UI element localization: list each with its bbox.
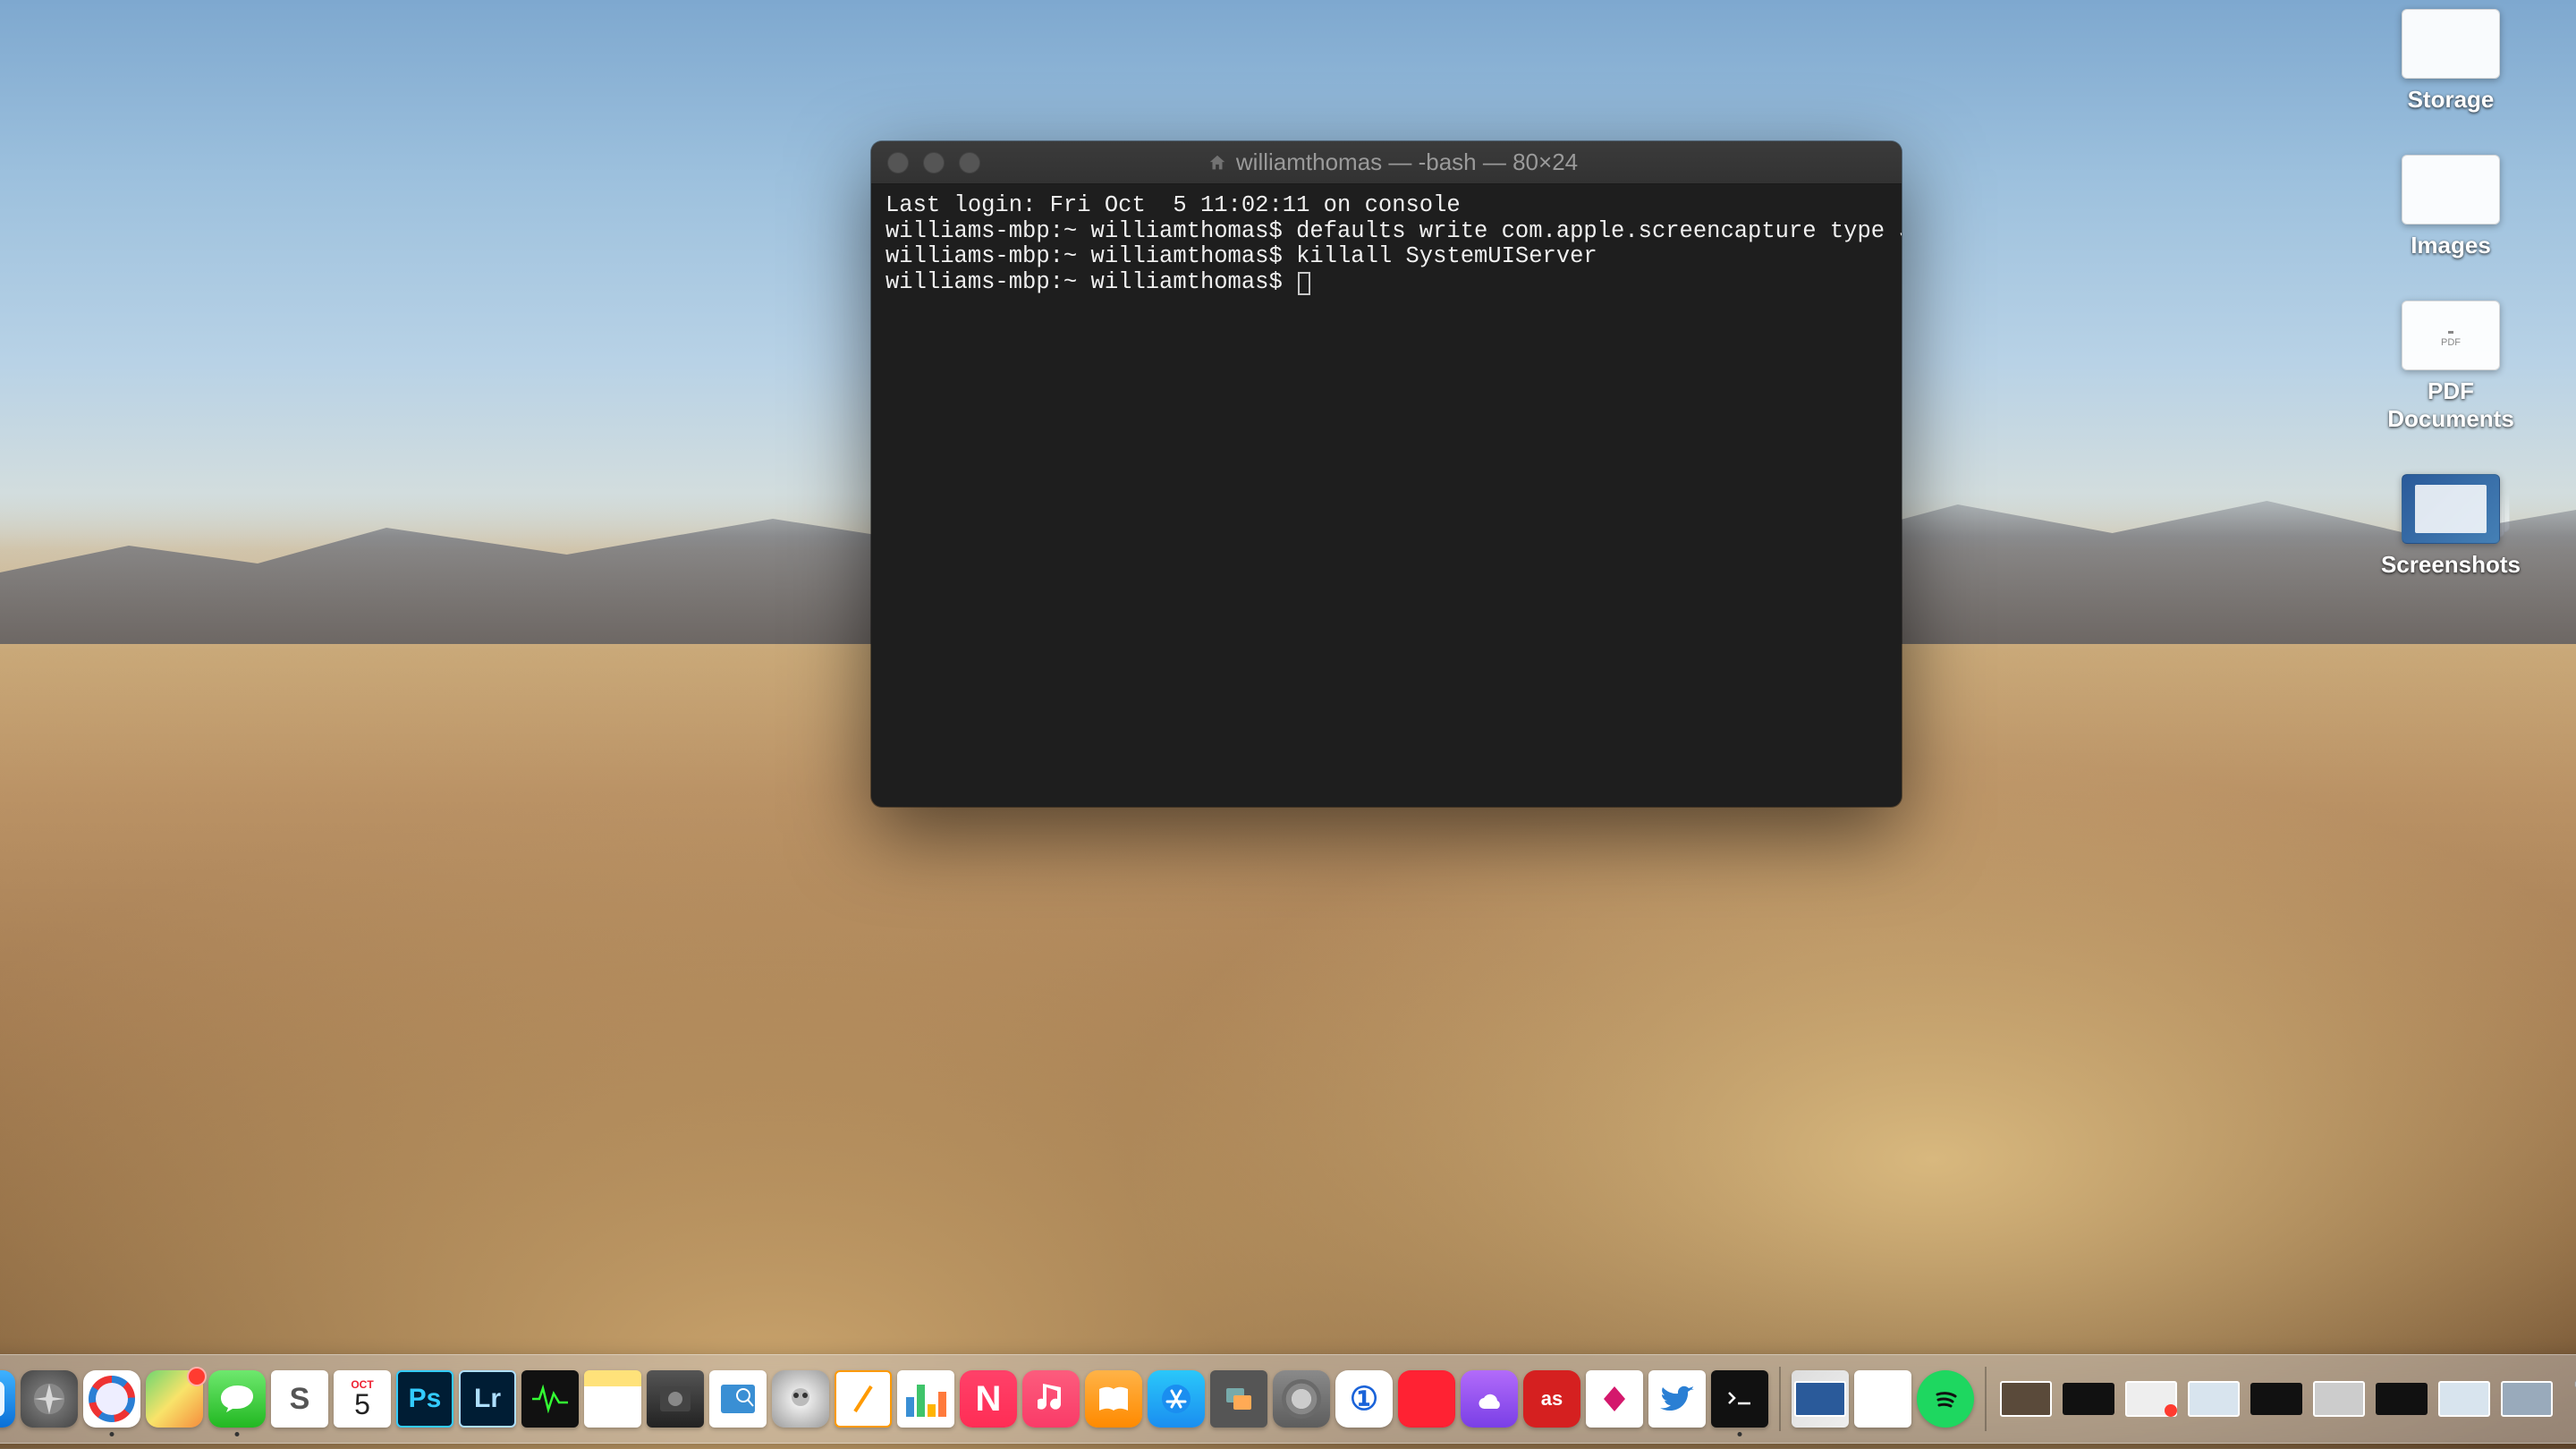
dock-imagecapture-icon[interactable] — [647, 1370, 704, 1428]
stack-thumb-icon — [2402, 474, 2500, 544]
dock-kite-icon[interactable] — [1586, 1370, 1643, 1428]
app-letter: S — [290, 1382, 310, 1417]
dock-minimized-thumb[interactable] — [2060, 1370, 2117, 1428]
dock-lastfm-icon[interactable]: as — [1523, 1370, 1580, 1428]
terminal-titlebar[interactable]: williamthomas — -bash — 80×24 — [871, 141, 1902, 184]
stack-thumb-icon — [2402, 155, 2500, 225]
dock-messages-icon[interactable] — [208, 1370, 266, 1428]
dock-preview-icon[interactable] — [709, 1370, 767, 1428]
stack-thumb-icon — [2402, 9, 2500, 79]
dock-twitter-icon[interactable] — [1648, 1370, 1706, 1428]
dock-sublime-icon[interactable]: S — [271, 1370, 328, 1428]
dock-minimized-thumb[interactable] — [2185, 1370, 2242, 1428]
zoom-button[interactable] — [959, 152, 980, 174]
dock-photoshop-icon[interactable]: Ps — [396, 1370, 453, 1428]
dock-safari-icon[interactable] — [83, 1370, 140, 1428]
dock-sync-icon[interactable] — [1461, 1370, 1518, 1428]
terminal-line: williams-mbp:~ williamthomas$ defaults w… — [886, 218, 1902, 244]
stack-label: Screenshots — [2381, 551, 2521, 579]
dock-minimized-thumb[interactable] — [2248, 1370, 2305, 1428]
stack-label: Images — [2411, 232, 2491, 259]
terminal-prompt: williams-mbp:~ williamthomas$ — [886, 269, 1296, 295]
dock-recent-app-icon[interactable] — [1854, 1370, 1911, 1428]
minimize-button[interactable] — [923, 152, 945, 174]
dock-minimized-thumb[interactable] — [2373, 1370, 2430, 1428]
app-letter: Lr — [474, 1384, 501, 1414]
dock-maps-icon[interactable] — [146, 1370, 203, 1428]
terminal-content[interactable]: Last login: Fri Oct 5 11:02:11 on consol… — [871, 184, 1902, 304]
dock-sysprefs-icon[interactable] — [1273, 1370, 1330, 1428]
dock-news-icon[interactable]: N — [960, 1370, 1017, 1428]
gear-icon — [1282, 1379, 1321, 1419]
dock-launchpad-icon[interactable] — [21, 1370, 78, 1428]
dock-app-red-icon[interactable] — [1398, 1370, 1455, 1428]
terminal-title: williamthomas — -bash — 80×24 — [980, 148, 1805, 176]
dock-spotify-icon[interactable] — [1917, 1370, 1974, 1428]
dock-numbers-icon[interactable] — [897, 1370, 954, 1428]
dock-separator — [1779, 1367, 1781, 1431]
app-letter: Ps — [409, 1384, 442, 1414]
terminal-line: Last login: Fri Oct 5 11:02:11 on consol… — [886, 192, 1461, 218]
dock-minimized-thumb[interactable] — [2123, 1370, 2180, 1428]
dock-automator-icon[interactable] — [772, 1370, 829, 1428]
dock-vm-icon[interactable] — [1210, 1370, 1267, 1428]
window-controls — [887, 152, 980, 174]
stack-label: Storage — [2408, 86, 2495, 114]
dock-lightroom-icon[interactable]: Lr — [459, 1370, 516, 1428]
terminal-window[interactable]: williamthomas — -bash — 80×24 Last login… — [871, 141, 1902, 807]
dock-trash-icon[interactable] — [2561, 1370, 2576, 1428]
close-button[interactable] — [887, 152, 909, 174]
app-letter: ① — [1350, 1380, 1378, 1418]
terminal-line: williams-mbp:~ williamthomas$ killall Sy… — [886, 243, 1597, 269]
dock-music-icon[interactable] — [1022, 1370, 1080, 1428]
dock-separator — [1985, 1367, 1987, 1431]
dock-finder-icon[interactable] — [0, 1370, 15, 1428]
cal-day: 5 — [354, 1390, 370, 1419]
dock-terminal-icon[interactable] — [1711, 1370, 1768, 1428]
badge-icon — [187, 1367, 207, 1386]
desktop-stack-storage[interactable]: Storage — [2361, 9, 2540, 114]
desktop-stack-screenshots[interactable]: Screenshots — [2361, 474, 2540, 579]
stack-thumb-icon: PDF — [2402, 301, 2500, 370]
dock-1password-icon[interactable]: ① — [1335, 1370, 1393, 1428]
dock-pages-icon[interactable] — [835, 1370, 892, 1428]
dock-books-icon[interactable] — [1085, 1370, 1142, 1428]
pdf-badge-text: PDF — [2441, 334, 2461, 348]
dock-appstore-icon[interactable] — [1148, 1370, 1205, 1428]
dock-minimized-thumb[interactable] — [2498, 1370, 2555, 1428]
home-icon — [1208, 153, 1227, 173]
dock-activity-icon[interactable] — [521, 1370, 579, 1428]
dock-minimized-thumb[interactable] — [2436, 1370, 2493, 1428]
dock-notes-icon[interactable] — [584, 1370, 641, 1428]
dock-minimized-window[interactable] — [1792, 1370, 1849, 1428]
dock-minimized-thumb[interactable] — [2310, 1370, 2368, 1428]
dock-minimized-thumb[interactable] — [1997, 1370, 2055, 1428]
dock-calendar-icon[interactable]: OCT5 — [334, 1370, 391, 1428]
terminal-title-text: williamthomas — -bash — 80×24 — [1236, 148, 1578, 176]
desktop-stack-images[interactable]: Images — [2361, 155, 2540, 259]
cursor-icon — [1298, 272, 1310, 295]
stack-label: PDF Documents — [2361, 377, 2540, 433]
dock: S OCT5 Ps Lr N ① as — [0, 1354, 2576, 1444]
desktop-icons-column: Storage Images PDF PDF Documents Screens… — [2361, 9, 2540, 579]
desktop-stack-pdf[interactable]: PDF PDF Documents — [2361, 301, 2540, 433]
